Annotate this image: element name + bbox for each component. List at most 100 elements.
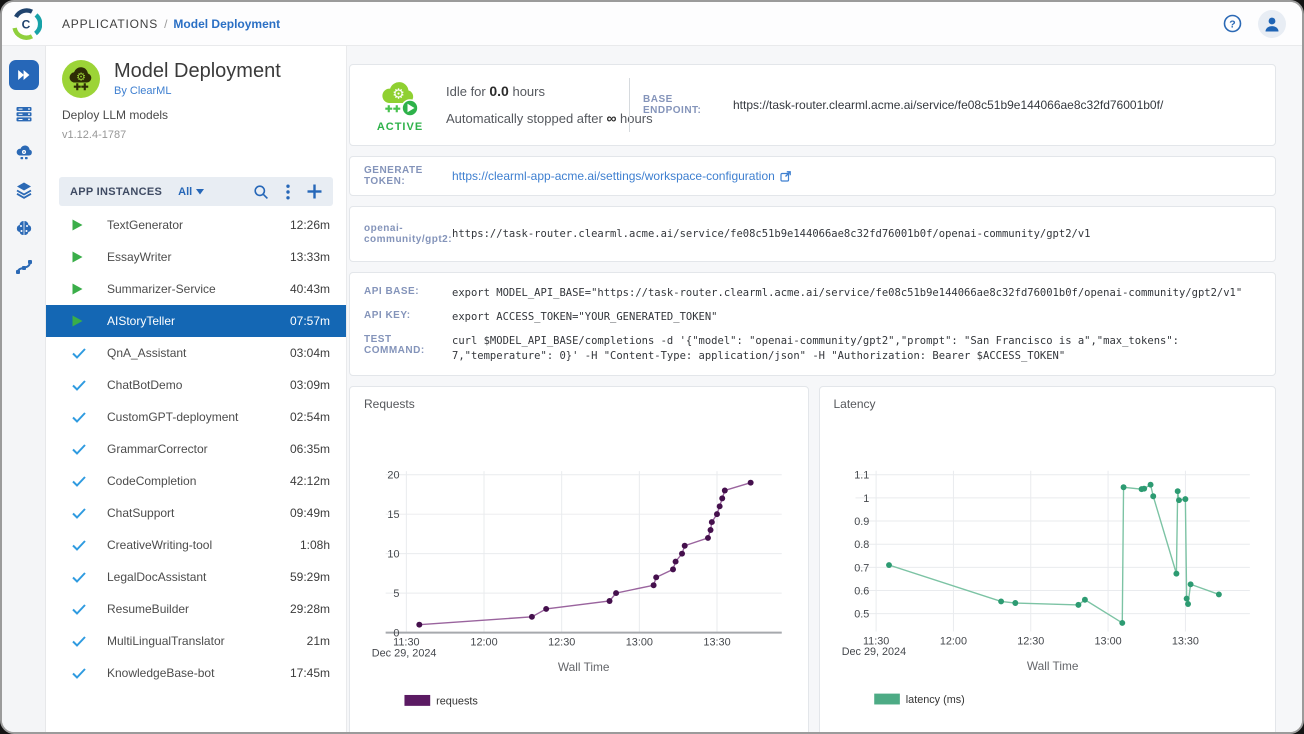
instance-elapsed-time: 1:08h xyxy=(300,538,330,552)
app-instances-title: APP INSTANCES xyxy=(70,186,162,198)
search-button[interactable] xyxy=(253,184,269,200)
svg-text:Wall Time: Wall Time xyxy=(1026,659,1078,673)
nav-item-models[interactable] xyxy=(10,214,38,242)
completed-check-icon xyxy=(72,348,86,359)
svg-text:13:30: 13:30 xyxy=(1171,635,1198,647)
completed-check-icon xyxy=(72,508,86,519)
app-instance-row[interactable]: CodeCompletion 42:12m xyxy=(46,465,346,497)
breadcrumb-separator: / xyxy=(164,17,167,31)
api-base-value: export MODEL_API_BASE="https://task-rout… xyxy=(452,286,1242,301)
nav-item-serving[interactable] xyxy=(10,138,38,166)
svg-text:✚✚: ✚✚ xyxy=(73,82,89,92)
svg-text:20: 20 xyxy=(387,470,399,482)
svg-text:12:30: 12:30 xyxy=(1017,635,1044,647)
app-header: ⚙ ✚✚ Model Deployment By ClearML Deploy … xyxy=(46,46,346,141)
app-instance-row[interactable]: LegalDocAssistant 59:29m xyxy=(46,561,346,593)
plus-icon xyxy=(307,184,322,199)
app-instances-header: APP INSTANCES All xyxy=(59,177,333,206)
model-deployment-app-icon: ⚙ ✚✚ xyxy=(62,60,100,98)
external-link-icon xyxy=(780,171,791,182)
person-icon xyxy=(1263,15,1281,33)
instance-elapsed-time: 07:57m xyxy=(290,314,330,328)
instance-name: ChatSupport xyxy=(107,506,174,520)
instance-elapsed-time: 21m xyxy=(307,634,330,648)
app-instance-row[interactable]: KnowledgeBase-bot 17:45m xyxy=(46,657,346,689)
completed-check-icon xyxy=(72,668,86,679)
nav-item-datasets[interactable] xyxy=(10,176,38,204)
app-instance-row[interactable]: AIStoryTeller 07:57m xyxy=(46,305,346,337)
svg-text:13:00: 13:00 xyxy=(1094,635,1121,647)
svg-text:0.7: 0.7 xyxy=(854,562,869,574)
instance-elapsed-time: 09:49m xyxy=(290,506,330,520)
app-instance-row[interactable]: Summarizer-Service 40:43m xyxy=(46,273,346,305)
app-detail-panel: ⚙ ✚✚ Model Deployment By ClearML Deploy … xyxy=(46,46,347,732)
api-key-value: export ACCESS_TOKEN="YOUR_GENERATED_TOKE… xyxy=(452,310,718,325)
generate-token-card: GENERATE TOKEN: https://clearml-app-acme… xyxy=(349,156,1276,196)
screen: C APPLICATIONS / Model Deployment ? xyxy=(0,0,1304,734)
svg-text:Wall Time: Wall Time xyxy=(558,660,610,674)
app-instance-row[interactable]: CustomGPT-deployment 02:54m xyxy=(46,401,346,433)
brain-icon xyxy=(14,218,34,238)
svg-text:Dec 29, 2024: Dec 29, 2024 xyxy=(841,646,905,658)
instances-filter-value: All xyxy=(178,186,192,198)
requests-chart: 0510152011:3012:0012:3013:0013:30Dec 29,… xyxy=(350,387,807,732)
app-description: Deploy LLM models xyxy=(62,108,330,122)
latency-chart: 0.50.60.70.80.911.111:3012:0012:3013:001… xyxy=(820,387,1275,732)
base-endpoint-value: https://task-router.clearml.acme.ai/serv… xyxy=(733,98,1163,112)
instance-name: CodeCompletion xyxy=(107,474,196,488)
latency-chart-title: Latency xyxy=(834,397,876,411)
help-icon[interactable]: ? xyxy=(1223,14,1242,33)
status-badge: ACTIVE xyxy=(377,121,423,133)
svg-text:requests: requests xyxy=(436,695,478,707)
active-status-cloud-icon: ⚙ ✚ ✚ xyxy=(376,77,424,119)
app-version: v1.12.4-1787 xyxy=(62,129,330,141)
app-instance-row[interactable]: EssayWriter 13:33m xyxy=(46,241,346,273)
svg-text:⚙: ⚙ xyxy=(392,86,405,102)
instances-menu-button[interactable] xyxy=(286,184,290,200)
app-instance-row[interactable]: ChatSupport 09:49m xyxy=(46,497,346,529)
pipelines-icon xyxy=(14,256,34,276)
app-instance-row[interactable]: CreativeWriting-tool 1:08h xyxy=(46,529,346,561)
test-command-value: curl $MODEL_API_BASE/completions -d '{"m… xyxy=(452,334,1261,364)
workers-queues-icon xyxy=(14,104,34,124)
app-author[interactable]: By ClearML xyxy=(114,85,281,97)
app-instance-row[interactable]: TextGenerator 12:26m xyxy=(46,209,346,241)
nav-item-pipelines[interactable] xyxy=(10,252,38,280)
svg-text:10: 10 xyxy=(387,549,399,561)
instance-name: CreativeWriting-tool xyxy=(107,538,212,552)
app-instance-row[interactable]: GrammarCorrector 06:35m xyxy=(46,433,346,465)
svg-text:1.1: 1.1 xyxy=(854,470,869,482)
requests-chart-card: 0510152011:3012:0012:3013:0013:30Dec 29,… xyxy=(349,386,809,732)
app-instance-row[interactable]: ChatBotDemo 03:09m xyxy=(46,369,346,401)
generate-token-link[interactable]: https://clearml-app-acme.ai/settings/wor… xyxy=(452,169,791,183)
completed-check-icon xyxy=(72,636,86,647)
instances-filter-dropdown[interactable]: All xyxy=(178,186,204,198)
svg-text:15: 15 xyxy=(387,509,399,521)
nav-item-workers-queues[interactable] xyxy=(10,100,38,128)
running-play-icon xyxy=(72,283,86,295)
app-instance-row[interactable]: ResumeBuilder 29:28m xyxy=(46,593,346,625)
user-avatar[interactable] xyxy=(1258,10,1286,38)
charts-row: 0510152011:3012:0012:3013:0013:30Dec 29,… xyxy=(349,386,1276,732)
model-endpoint-label: openai-community/gpt2: xyxy=(364,223,444,245)
svg-text:✚: ✚ xyxy=(393,104,401,114)
completed-check-icon xyxy=(72,572,86,583)
running-play-icon xyxy=(72,251,86,263)
latency-chart-card: 0.50.60.70.80.911.111:3012:0012:3013:001… xyxy=(819,386,1277,732)
app-instance-row[interactable]: MultiLingualTranslator 21m xyxy=(46,625,346,657)
instance-name: GrammarCorrector xyxy=(107,442,208,456)
breadcrumb-section[interactable]: APPLICATIONS xyxy=(62,17,158,31)
app-instance-row[interactable]: QnA_Assistant 03:04m xyxy=(46,337,346,369)
svg-text:12:00: 12:00 xyxy=(470,636,497,648)
model-endpoint-card: openai-community/gpt2: https://task-rout… xyxy=(349,206,1276,262)
svg-text:0.9: 0.9 xyxy=(854,516,869,528)
add-instance-button[interactable] xyxy=(307,184,322,199)
instance-name: Summarizer-Service xyxy=(107,282,216,296)
instance-name: EssayWriter xyxy=(107,250,171,264)
nav-item-applications[interactable] xyxy=(9,60,39,90)
instance-name: LegalDocAssistant xyxy=(107,570,206,584)
instance-elapsed-time: 42:12m xyxy=(290,474,330,488)
svg-text:?: ? xyxy=(1229,18,1235,30)
completed-check-icon xyxy=(72,412,86,423)
requests-chart-title: Requests xyxy=(364,397,415,411)
